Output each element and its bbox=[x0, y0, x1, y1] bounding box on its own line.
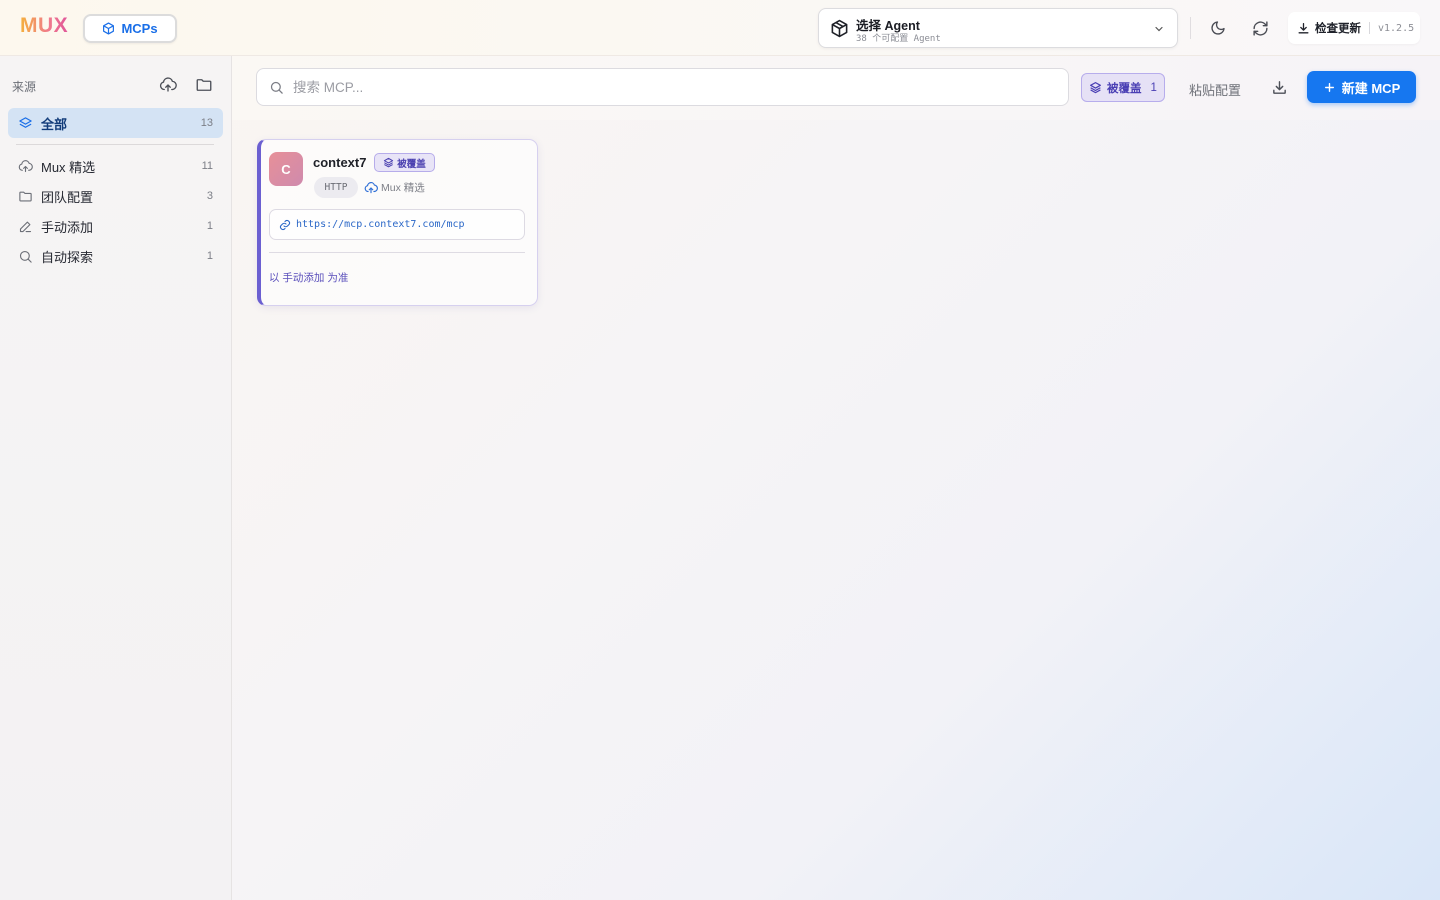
overridden-filter-button[interactable]: 被覆盖 1 bbox=[1081, 73, 1165, 102]
agent-select[interactable]: 选择 Agent 38 个可配置 Agent bbox=[818, 8, 1178, 48]
cloud-upload-icon bbox=[18, 159, 33, 174]
sidebar-item-manual[interactable]: 手动添加 1 bbox=[8, 211, 223, 241]
sidebar-divider bbox=[16, 144, 214, 145]
source-chip-label: Mux 精选 bbox=[381, 182, 425, 194]
app-logo: MUX bbox=[20, 14, 69, 37]
sidebar-item-count: 13 bbox=[200, 117, 213, 129]
tab-mcps-label: MCPs bbox=[121, 21, 158, 36]
source-chip: Mux 精选 bbox=[364, 180, 425, 195]
moon-icon bbox=[1210, 20, 1226, 36]
header-divider bbox=[1190, 17, 1191, 39]
toolbar: 被覆盖 1 粘贴配置 新建 MCP bbox=[232, 56, 1440, 120]
version-label: v1.2.5 bbox=[1378, 22, 1415, 34]
version-divider bbox=[1369, 22, 1370, 34]
new-mcp-label: 新建 MCP bbox=[1341, 80, 1401, 96]
package-icon bbox=[830, 19, 849, 38]
refresh-button[interactable] bbox=[1248, 16, 1272, 40]
search-icon bbox=[269, 80, 284, 95]
search-input[interactable] bbox=[293, 69, 1053, 105]
overridden-filter-count: 1 bbox=[1150, 81, 1157, 94]
status-badge: 被覆盖 bbox=[374, 153, 435, 172]
sidebar-item-label: 手动添加 bbox=[41, 219, 94, 235]
status-badge-label: 被覆盖 bbox=[397, 158, 426, 170]
card-divider bbox=[269, 252, 525, 253]
overridden-filter-label: 被覆盖 bbox=[1107, 82, 1142, 95]
link-icon bbox=[279, 219, 291, 231]
layers-icon bbox=[383, 157, 394, 168]
new-mcp-button[interactable]: 新建 MCP bbox=[1307, 71, 1416, 103]
sidebar-item-all[interactable]: 全部 13 bbox=[8, 108, 223, 138]
mcp-url[interactable]: https://mcp.context7.com/mcp bbox=[269, 209, 525, 240]
sidebar-item-label: 全部 bbox=[41, 116, 68, 132]
folder-button[interactable] bbox=[195, 76, 213, 94]
cloud-upload-icon bbox=[364, 181, 378, 195]
sidebar-item-count: 1 bbox=[206, 250, 213, 262]
paste-config-button[interactable]: 粘贴配置 bbox=[1189, 80, 1241, 99]
mcp-url-text: https://mcp.context7.com/mcp bbox=[296, 219, 465, 230]
sidebar-item-count: 3 bbox=[206, 190, 213, 202]
transport-chip: HTTP bbox=[314, 177, 358, 198]
folder-icon bbox=[18, 189, 33, 204]
import-button[interactable] bbox=[159, 76, 177, 94]
mcp-card[interactable]: C context7 被覆盖 HTTP Mux 精选 https://mcp.c… bbox=[257, 139, 538, 306]
refresh-icon bbox=[1252, 20, 1269, 37]
sidebar-item-auto-discover[interactable]: 自动探索 1 bbox=[8, 241, 223, 271]
check-update-button[interactable]: 检查更新 v1.2.5 bbox=[1288, 12, 1420, 44]
search-icon bbox=[18, 249, 33, 264]
sidebar-item-count: 11 bbox=[201, 160, 213, 172]
avatar: C bbox=[269, 152, 303, 186]
app-header: MUX MCPs 选择 Agent 38 个可配置 Agent 检查更新 v1.… bbox=[0, 0, 1440, 56]
sidebar-heading: 来源 bbox=[12, 80, 37, 94]
sidebar: 来源 全部 13 Mux 精选 11 团队配置 3 手动添加 1 自动探索 1 bbox=[0, 56, 232, 900]
chevron-down-icon bbox=[1153, 23, 1165, 35]
cube-icon bbox=[102, 22, 115, 35]
theme-toggle-button[interactable] bbox=[1206, 16, 1230, 40]
sidebar-item-mux-curated[interactable]: Mux 精选 11 bbox=[8, 151, 223, 181]
layers-icon bbox=[1089, 81, 1102, 94]
pencil-icon bbox=[18, 219, 33, 234]
sidebar-item-label: 自动探索 bbox=[41, 249, 94, 265]
layers-icon bbox=[18, 116, 33, 131]
sidebar-item-label: Mux 精选 bbox=[41, 159, 96, 175]
search-box bbox=[256, 68, 1069, 106]
tab-mcps[interactable]: MCPs bbox=[83, 14, 177, 43]
agent-select-subtitle: 38 个可配置 Agent bbox=[856, 34, 941, 44]
sidebar-item-team-config[interactable]: 团队配置 3 bbox=[8, 181, 223, 211]
mcp-card-name: context7 bbox=[313, 155, 367, 170]
export-button[interactable] bbox=[1271, 79, 1288, 96]
sidebar-item-count: 1 bbox=[206, 220, 213, 232]
sidebar-item-label: 团队配置 bbox=[41, 189, 94, 205]
plus-icon bbox=[1323, 81, 1336, 94]
override-note: 以 手动添加 为准 bbox=[269, 272, 349, 284]
check-update-label: 检查更新 bbox=[1315, 23, 1361, 35]
download-icon bbox=[1297, 22, 1310, 35]
